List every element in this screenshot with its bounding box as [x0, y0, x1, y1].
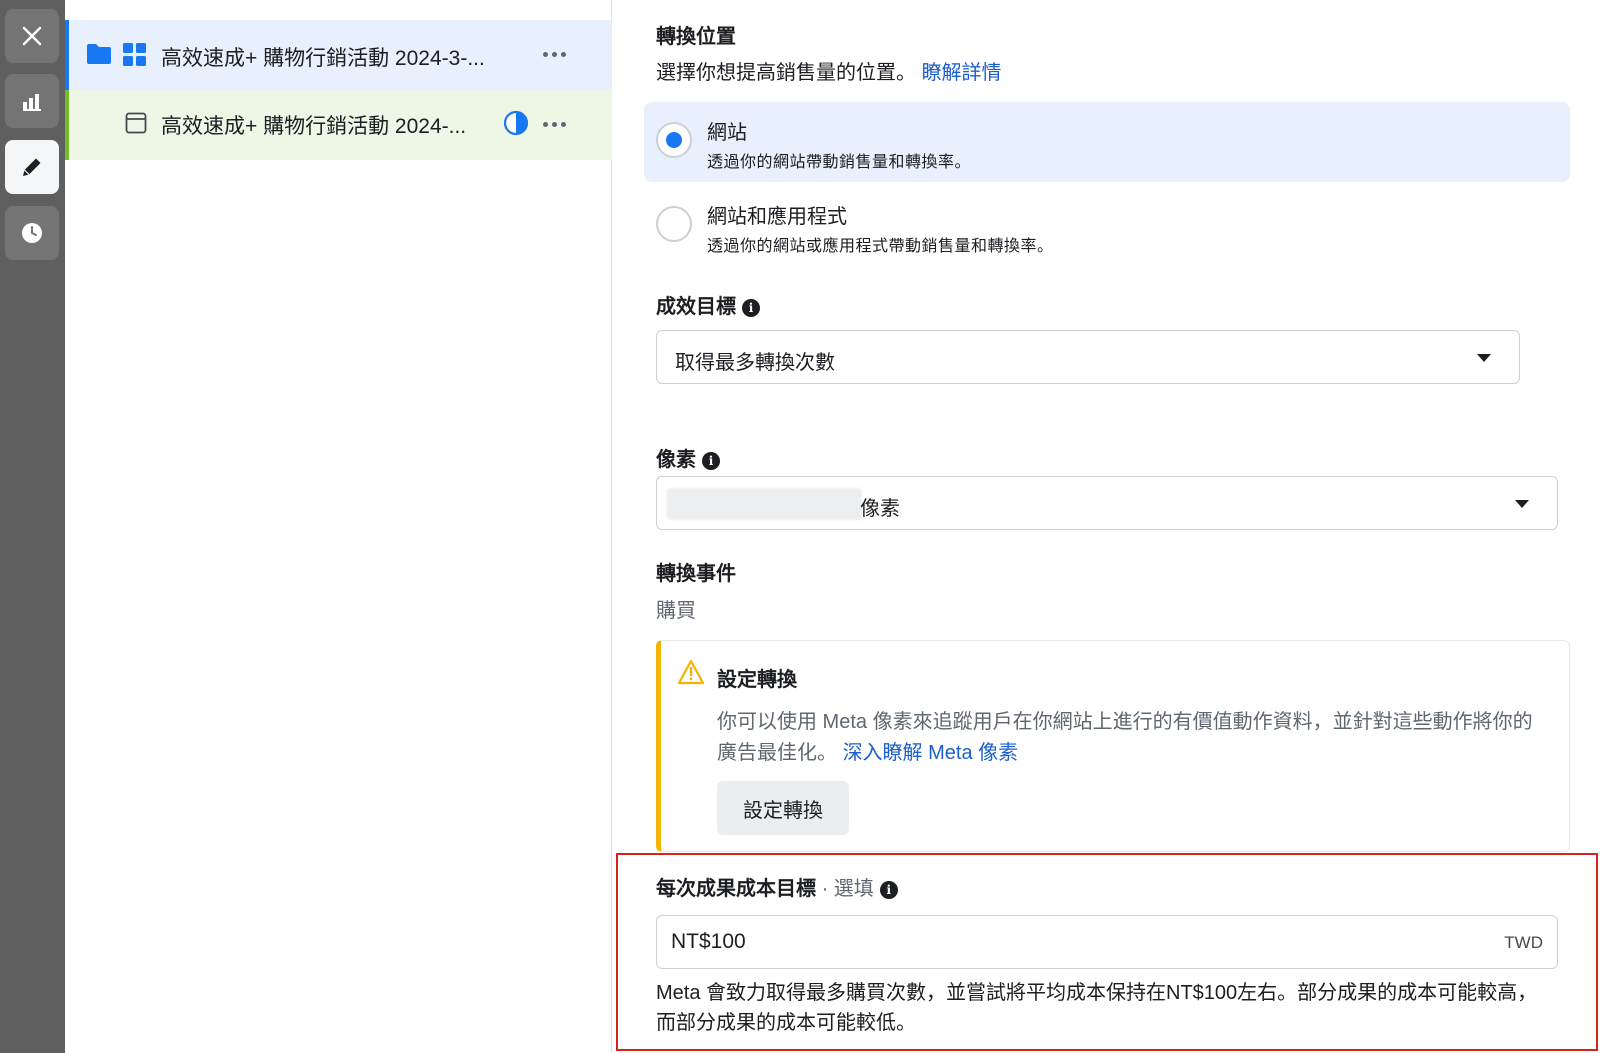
campaign-grid-icon	[123, 43, 146, 66]
adset-settings-form: 轉換位置 選擇你想提高銷售量的位置。 瞭解詳情 網站 透過你的網站帶動銷售量和轉…	[612, 0, 1600, 1053]
cost-value: NT$100	[671, 930, 746, 953]
learn-more-link[interactable]: 瞭解詳情	[922, 62, 1002, 84]
folder-icon	[87, 44, 111, 64]
conversion-location-hint-text: 選擇你想提高銷售量的位置。	[656, 62, 916, 84]
info-icon[interactable]: i	[702, 451, 720, 470]
performance-goal-select[interactable]: 取得最多轉換次數	[656, 330, 1520, 384]
campaign-name: 高效速成+ 購物行銷活動 2024-3-...	[161, 47, 485, 70]
warning-title: 設定轉換	[717, 669, 797, 691]
warning-icon	[677, 659, 705, 685]
setup-conversion-warning: 設定轉換 你可以使用 Meta 像素來追蹤用戶在你網站上進行的有價值動作資料，並…	[656, 640, 1570, 852]
close-button[interactable]	[5, 9, 59, 63]
conversion-location-label: 轉換位置	[656, 26, 736, 48]
currency-label: TWD	[1504, 933, 1543, 952]
option-website-and-app-title: 網站和應用程式	[707, 206, 847, 228]
pixel-value: 像素	[860, 498, 900, 520]
pencil-icon	[23, 158, 41, 176]
chevron-down-icon	[1477, 354, 1491, 362]
warning-body-text: 你可以使用 Meta 像素來追蹤用戶在你網站上進行的有價值動作資料，並針對這些動…	[717, 711, 1533, 764]
campaign-more-button[interactable]	[543, 52, 566, 57]
cost-per-result-label: 每次成果成本目標 · 選填 i	[656, 872, 898, 901]
option-website[interactable]: 網站 透過你的網站帶動銷售量和轉換率。	[644, 102, 1570, 182]
adset-icon	[125, 112, 147, 134]
performance-goal-value: 取得最多轉換次數	[675, 352, 835, 374]
conversion-location-hint: 選擇你想提高銷售量的位置。 瞭解詳情	[656, 56, 1002, 85]
performance-goal-label-text: 成效目標	[656, 296, 736, 318]
cost-per-result-input[interactable]: NT$100 TWD	[656, 915, 1558, 969]
pixel-select[interactable]: 像素	[656, 476, 1558, 530]
reports-button[interactable]	[5, 74, 59, 128]
info-icon[interactable]: i	[742, 298, 760, 317]
cost-per-result-description: Meta 會致力取得最多購買次數，並嘗試將平均成本保持在NT$100左右。部分成…	[656, 982, 1538, 1034]
pixel-label: 像素 i	[656, 443, 720, 472]
edit-button[interactable]	[5, 140, 59, 194]
half-circle-status-icon	[503, 110, 529, 136]
chevron-down-icon	[1515, 500, 1529, 508]
setup-conversion-button[interactable]: 設定轉換	[717, 781, 849, 835]
campaign-tree: 高效速成+ 購物行銷活動 2024-3-... 高效速成+ 購物行銷活動 202…	[65, 0, 612, 1053]
pixel-label-text: 像素	[656, 449, 696, 471]
performance-goal-label: 成效目標 i	[656, 290, 760, 319]
tree-row-adset[interactable]: 高效速成+ 購物行銷活動 2024-...	[65, 90, 612, 160]
adset-name: 高效速成+ 購物行銷活動 2024-...	[161, 115, 467, 138]
chart-icon	[23, 94, 41, 111]
close-icon	[22, 26, 42, 46]
conversion-event-value: 購買	[656, 600, 696, 622]
warning-body: 你可以使用 Meta 像素來追蹤用戶在你網站上進行的有價值動作資料，並針對這些動…	[717, 707, 1537, 769]
left-toolbar	[0, 0, 65, 1053]
adset-more-button[interactable]	[543, 122, 566, 127]
tree-row-campaign[interactable]: 高效速成+ 購物行銷活動 2024-3-...	[65, 20, 612, 90]
cost-per-result-label-text: 每次成果成本目標	[656, 878, 816, 900]
option-website-and-app-desc: 透過你的網站或應用程式帶動銷售量和轉換率。	[707, 238, 1054, 255]
radio-website-and-app[interactable]	[656, 206, 692, 242]
redacted-pixel-name	[667, 488, 862, 520]
conversion-event-label: 轉換事件	[656, 563, 736, 585]
radio-website[interactable]	[656, 122, 692, 158]
optional-tag: · 選填	[821, 878, 874, 900]
clock-icon	[22, 223, 42, 243]
history-button[interactable]	[5, 206, 59, 260]
learn-more-pixel-link[interactable]: 深入瞭解 Meta 像素	[843, 742, 1019, 764]
option-website-title: 網站	[707, 122, 747, 144]
info-icon[interactable]: i	[879, 880, 898, 899]
option-website-and-app[interactable]: 網站和應用程式 透過你的網站或應用程式帶動銷售量和轉換率。	[644, 186, 1570, 266]
option-website-desc: 透過你的網站帶動銷售量和轉換率。	[707, 154, 972, 171]
